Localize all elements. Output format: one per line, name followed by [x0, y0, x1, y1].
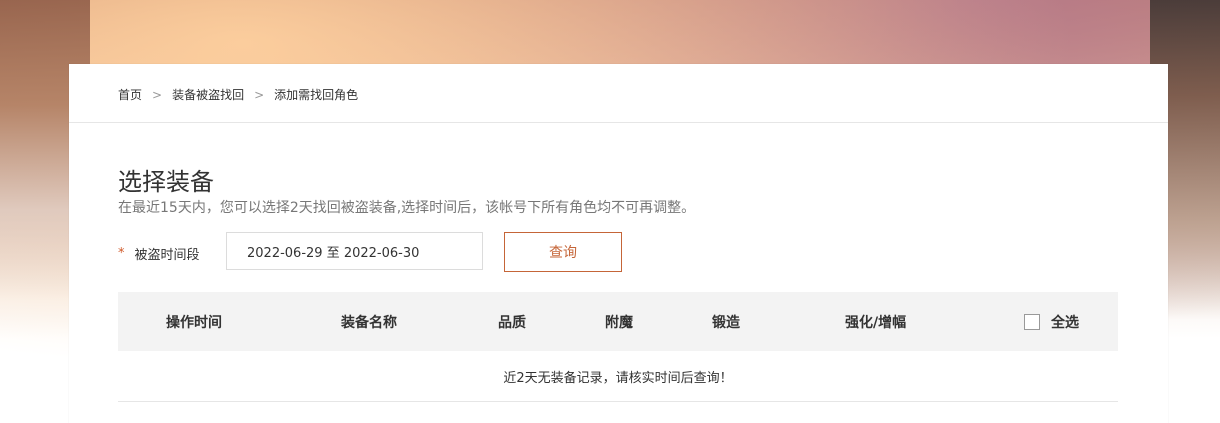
- column-equipment-name: 装备名称: [341, 314, 397, 331]
- breadcrumb-separator: >: [254, 87, 265, 102]
- main-card: 首页 > 装备被盗找回 > 添加需找回角色 选择装备 在最近15天内，您可以选择…: [69, 64, 1168, 423]
- header-divider: [69, 122, 1168, 123]
- breadcrumb-home[interactable]: 首页: [118, 86, 142, 103]
- breadcrumb: 首页 > 装备被盗找回 > 添加需找回角色: [118, 86, 358, 103]
- time-range-label-text: 被盗时间段: [134, 248, 200, 263]
- column-quality: 品质: [498, 314, 526, 331]
- breadcrumb-current: 添加需找回角色: [274, 88, 359, 102]
- select-all-checkbox[interactable]: [1024, 313, 1040, 330]
- column-operation-time: 操作时间: [166, 314, 222, 331]
- table-header: 操作时间 装备名称 品质 附魔 锻造 强化/增幅 全选: [118, 292, 1118, 351]
- page-title: 选择装备: [118, 168, 214, 196]
- column-forge: 锻造: [712, 314, 740, 331]
- column-enchant: 附魔: [605, 314, 633, 331]
- select-all-label: 全选: [1051, 314, 1079, 331]
- page-description: 在最近15天内，您可以选择2天找回被盗装备,选择时间后，该帐号下所有角色均不可再…: [118, 200, 696, 216]
- date-range-input[interactable]: 2022-06-29 至 2022-06-30: [226, 232, 483, 270]
- time-range-label: * 被盗时间段: [118, 244, 200, 263]
- select-all[interactable]: 全选: [1024, 292, 1079, 351]
- required-mark: *: [118, 246, 125, 261]
- query-button[interactable]: 查询: [504, 232, 622, 272]
- breadcrumb-equipment-recovery[interactable]: 装备被盗找回: [172, 86, 244, 103]
- empty-state-message: 近2天无装备记录，请核实时间后查询！: [118, 351, 1118, 402]
- column-reinforce-amplify: 强化/增幅: [845, 314, 907, 331]
- breadcrumb-separator: >: [152, 87, 163, 102]
